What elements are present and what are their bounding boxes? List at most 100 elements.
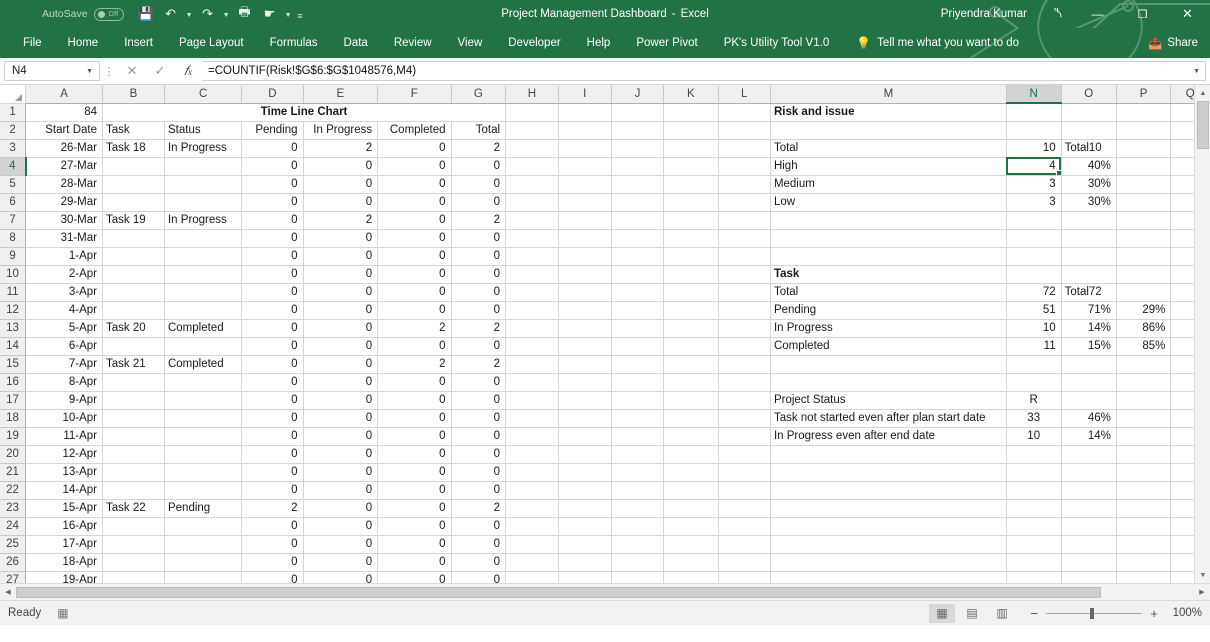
cell-C18[interactable] [164,409,243,428]
cell-F18[interactable]: 0 [377,409,452,428]
column-header-h[interactable]: H [505,85,559,104]
cell-O27[interactable] [1061,571,1117,583]
cell-C3[interactable]: In Progress [164,139,243,158]
cell-H22[interactable] [505,481,559,500]
cell-N18[interactable]: 33 [1006,409,1062,428]
cell-M3[interactable]: Total [770,139,1007,158]
row-header-3[interactable]: 3 [0,139,27,158]
autosave-control[interactable]: AutoSave Off [42,7,124,21]
cell-J7[interactable] [611,211,665,230]
cell-I18[interactable] [558,409,612,428]
cell-B4[interactable] [102,157,165,176]
cell-P26[interactable] [1116,553,1172,572]
cell-K27[interactable] [663,571,719,583]
cell-K19[interactable] [663,427,719,446]
cell-L23[interactable] [718,499,771,518]
cell-A14[interactable]: 6-Apr [25,337,103,356]
cell-I9[interactable] [558,247,612,266]
cell-C19[interactable] [164,427,243,446]
cell-N12[interactable]: 51 [1006,301,1062,320]
cell-M17[interactable]: Project Status [770,391,1007,410]
cell-B3[interactable]: Task 18 [102,139,165,158]
cell-C25[interactable] [164,535,243,554]
zoom-control[interactable]: − + 100% [1029,606,1202,621]
cell-L26[interactable] [718,553,771,572]
cell-H15[interactable] [505,355,559,374]
cell-I15[interactable] [558,355,612,374]
cell-K20[interactable] [663,445,719,464]
cell-L7[interactable] [718,211,771,230]
cell-K8[interactable] [663,229,719,248]
cell-O12[interactable]: 71% [1061,301,1117,320]
cell-C5[interactable] [164,175,243,194]
cell-F22[interactable]: 0 [377,481,452,500]
cell-J2[interactable] [611,121,665,140]
cell-H6[interactable] [505,193,559,212]
cell-J15[interactable] [611,355,665,374]
cell-O18[interactable]: 46% [1061,409,1117,428]
cell-F13[interactable]: 2 [377,319,452,338]
cancel-formula-icon[interactable]: ✕ [118,63,146,79]
cell-E26[interactable]: 0 [303,553,379,572]
cell-B19[interactable] [102,427,165,446]
row-header-2[interactable]: 2 [0,121,27,140]
cell-D17[interactable]: 0 [241,391,304,410]
cell-I2[interactable] [558,121,612,140]
cell-A5[interactable]: 28-Mar [25,175,103,194]
row-header-19[interactable]: 19 [0,427,27,446]
cell-K23[interactable] [663,499,719,518]
cell-G14[interactable]: 0 [451,337,507,356]
cell-J9[interactable] [611,247,665,266]
cell-O20[interactable] [1061,445,1117,464]
enter-formula-icon[interactable]: ✓ [146,63,174,79]
cell-F8[interactable]: 0 [377,229,452,248]
cell-G20[interactable]: 0 [451,445,507,464]
cell-B11[interactable] [102,283,165,302]
cell-K22[interactable] [663,481,719,500]
cell-E25[interactable]: 0 [303,535,379,554]
cell-P19[interactable] [1116,427,1172,446]
macro-record-icon[interactable]: ▦ [57,606,68,620]
zoom-in-icon[interactable]: + [1149,606,1159,621]
cell-P12[interactable]: 29% [1116,301,1172,320]
tab-page-layout[interactable]: Page Layout [166,28,257,58]
cell-E23[interactable]: 0 [303,499,379,518]
cell-B5[interactable] [102,175,165,194]
cell-C8[interactable] [164,229,243,248]
row-header-24[interactable]: 24 [0,517,27,536]
cell-F24[interactable]: 0 [377,517,452,536]
cell-K3[interactable] [663,139,719,158]
cell-C6[interactable] [164,193,243,212]
cell-O26[interactable] [1061,553,1117,572]
cell-J17[interactable] [611,391,665,410]
cell-K5[interactable] [663,175,719,194]
restore-button[interactable]: ❐ [1120,0,1165,28]
cell-P14[interactable]: 85% [1116,337,1172,356]
cell-L2[interactable] [718,121,771,140]
cell-L9[interactable] [718,247,771,266]
row-header-14[interactable]: 14 [0,337,27,356]
cell-O24[interactable] [1061,517,1117,536]
cell-D14[interactable]: 0 [241,337,304,356]
cell-P15[interactable] [1116,355,1172,374]
cell-D3[interactable]: 0 [241,139,304,158]
cell-E13[interactable]: 0 [303,319,379,338]
cell-A6[interactable]: 29-Mar [25,193,103,212]
cell-K12[interactable] [663,301,719,320]
cell-I20[interactable] [558,445,612,464]
column-header-n[interactable]: N [1006,85,1062,104]
cell-J14[interactable] [611,337,665,356]
cell-C14[interactable] [164,337,243,356]
row-header-11[interactable]: 11 [0,283,27,302]
row-header-8[interactable]: 8 [0,229,27,248]
cell-L27[interactable] [718,571,771,583]
cell-G7[interactable]: 2 [451,211,507,230]
column-header-b[interactable]: B [102,85,165,104]
cell-A22[interactable]: 14-Apr [25,481,103,500]
cell-O13[interactable]: 14% [1061,319,1117,338]
cell-O10[interactable] [1061,265,1117,284]
cell-A11[interactable]: 3-Apr [25,283,103,302]
cell-G11[interactable]: 0 [451,283,507,302]
cell-D18[interactable]: 0 [241,409,304,428]
cell-J21[interactable] [611,463,665,482]
